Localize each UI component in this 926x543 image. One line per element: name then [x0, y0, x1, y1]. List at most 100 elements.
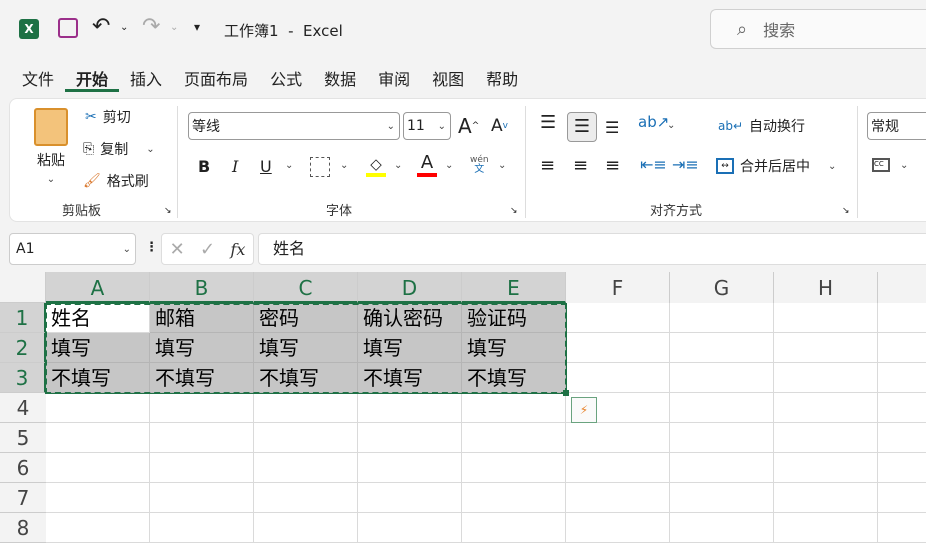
alignment-launcher-icon[interactable]: ↘	[842, 206, 850, 216]
cell[interactable]	[462, 513, 566, 543]
fill-color-icon[interactable]: ◇	[366, 155, 386, 177]
cell[interactable]	[670, 303, 774, 333]
cell[interactable]	[670, 483, 774, 513]
fill-handle[interactable]	[563, 390, 569, 396]
cell[interactable]	[774, 453, 878, 483]
cell[interactable]	[566, 363, 670, 393]
tab-view[interactable]: 视图	[421, 68, 475, 92]
row-header-8[interactable]: 8	[0, 513, 46, 543]
borders-icon[interactable]	[310, 157, 330, 177]
row-header-7[interactable]: 7	[0, 483, 46, 513]
cell[interactable]	[462, 453, 566, 483]
copy-button[interactable]: ⎘ 复制 ⌄	[83, 139, 155, 159]
customize-toolbar-icon[interactable]: ▾	[194, 20, 200, 34]
cell[interactable]	[670, 453, 774, 483]
cell[interactable]	[46, 393, 150, 423]
cell[interactable]	[150, 513, 254, 543]
cell[interactable]: 不填写	[46, 363, 150, 393]
cell[interactable]	[878, 453, 926, 483]
cell[interactable]	[46, 423, 150, 453]
cell[interactable]: 确认密码	[358, 303, 462, 333]
cell[interactable]: 不填写	[150, 363, 254, 393]
tab-file[interactable]: 文件	[11, 68, 65, 92]
column-header-d[interactable]: D	[358, 272, 462, 303]
cell[interactable]	[150, 483, 254, 513]
middle-align-icon[interactable]: ☰	[567, 112, 597, 142]
cut-button[interactable]: ✂ 剪切	[85, 107, 131, 127]
bold-button[interactable]: B	[198, 157, 210, 176]
borders-dropdown-icon[interactable]: ⌄	[340, 160, 348, 171]
cell[interactable]	[566, 513, 670, 543]
underline-button[interactable]: U	[260, 157, 272, 176]
cell[interactable]	[358, 423, 462, 453]
tab-formulas[interactable]: 公式	[259, 68, 313, 92]
cell[interactable]	[878, 513, 926, 543]
cell[interactable]	[878, 483, 926, 513]
font-name-select[interactable]: 等线 ⌄	[188, 112, 400, 140]
cell[interactable]	[254, 423, 358, 453]
cell[interactable]: 不填写	[254, 363, 358, 393]
cell[interactable]	[254, 513, 358, 543]
cell[interactable]: 填写	[46, 333, 150, 363]
cell[interactable]	[878, 363, 926, 393]
tab-page-layout[interactable]: 页面布局	[173, 68, 259, 92]
cell[interactable]: 填写	[150, 333, 254, 363]
cell[interactable]	[462, 423, 566, 453]
cell[interactable]	[774, 423, 878, 453]
column-header-c[interactable]: C	[254, 272, 358, 303]
cell[interactable]	[150, 453, 254, 483]
cell[interactable]	[566, 453, 670, 483]
cell[interactable]	[566, 333, 670, 363]
cell[interactable]	[670, 363, 774, 393]
row-header-6[interactable]: 6	[0, 453, 46, 483]
accounting-dropdown-icon[interactable]: ⌄	[900, 160, 908, 171]
cell[interactable]	[774, 393, 878, 423]
font-size-select[interactable]: 11 ⌄	[403, 112, 451, 140]
cell[interactable]: 不填写	[358, 363, 462, 393]
align-right-icon[interactable]: ≡	[605, 155, 620, 176]
increase-font-size-button[interactable]: A ^	[458, 114, 479, 138]
column-header[interactable]	[878, 272, 926, 303]
cell[interactable]	[878, 303, 926, 333]
font-color-dropdown-icon[interactable]: ⌄	[445, 160, 453, 171]
cell[interactable]: 不填写	[462, 363, 566, 393]
row-header-4[interactable]: 4	[0, 393, 46, 423]
cell[interactable]	[774, 333, 878, 363]
column-header-f[interactable]: F	[566, 272, 670, 303]
cell[interactable]: 填写	[254, 333, 358, 363]
accounting-format-icon[interactable]: CC	[872, 158, 890, 172]
cell[interactable]	[878, 333, 926, 363]
increase-indent-icon[interactable]: ⇥≡	[672, 155, 699, 174]
tab-review[interactable]: 审阅	[367, 68, 421, 92]
cell[interactable]	[670, 393, 774, 423]
tab-insert[interactable]: 插入	[119, 68, 173, 92]
undo-icon[interactable]: ↶	[92, 14, 110, 39]
tab-home[interactable]: 开始	[65, 68, 120, 92]
cell[interactable]	[46, 483, 150, 513]
search-box[interactable]: ⌕ 搜索	[710, 9, 926, 49]
align-left-icon[interactable]: ≡	[540, 155, 555, 176]
fill-color-dropdown-icon[interactable]: ⌄	[394, 160, 402, 171]
insert-function-button[interactable]: fx	[230, 240, 245, 259]
format-painter-button[interactable]: 🖌 格式刷	[83, 171, 149, 191]
cell[interactable]	[774, 513, 878, 543]
select-all-corner[interactable]	[0, 272, 46, 303]
cell[interactable]	[254, 483, 358, 513]
cell[interactable]	[358, 393, 462, 423]
tab-data[interactable]: 数据	[313, 68, 367, 92]
column-header-a[interactable]: A	[46, 272, 150, 303]
column-header-b[interactable]: B	[150, 272, 254, 303]
cell[interactable]: 姓名	[46, 303, 150, 333]
tab-help[interactable]: 帮助	[475, 68, 529, 92]
decrease-font-size-button[interactable]: Av	[491, 116, 508, 136]
cell[interactable]: 验证码	[462, 303, 566, 333]
cell[interactable]	[46, 453, 150, 483]
more-options-icon[interactable]: ⋮	[145, 240, 158, 255]
undo-dropdown-icon[interactable]: ⌄	[120, 22, 128, 33]
redo-icon[interactable]: ↷	[142, 14, 160, 39]
orientation-icon[interactable]: ab↗	[638, 113, 669, 131]
cell[interactable]	[46, 513, 150, 543]
cell[interactable]	[774, 363, 878, 393]
merge-center-button[interactable]: ↔ 合并后居中 ⌄	[716, 156, 836, 176]
cell[interactable]	[358, 453, 462, 483]
